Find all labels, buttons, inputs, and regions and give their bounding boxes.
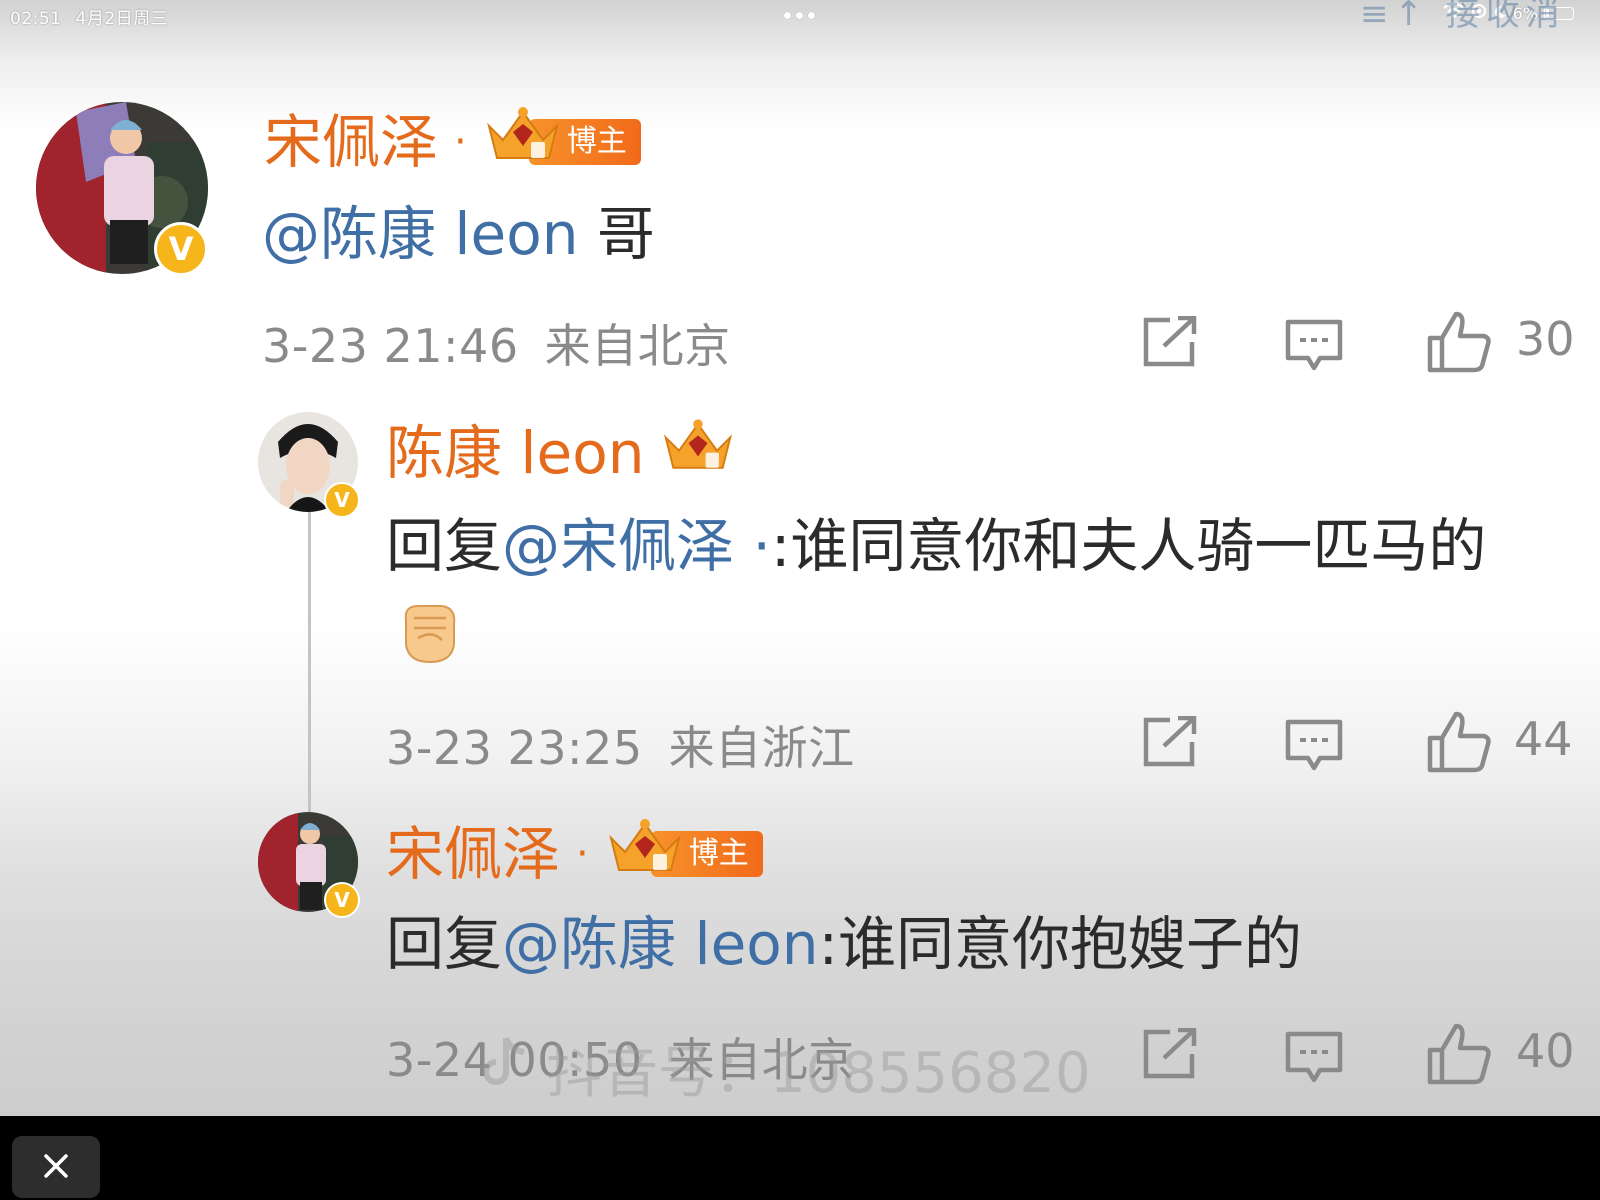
- close-icon: [43, 1147, 69, 1188]
- reply-comment-icon[interactable]: [1284, 1030, 1344, 1090]
- watermark-text: 抖音号：108556820: [546, 1041, 1091, 1106]
- status-time: 02:51: [10, 9, 62, 29]
- share-icon[interactable]: [1140, 1027, 1200, 1086]
- verified-badge-icon: V: [324, 882, 360, 918]
- crown-rank-icon: [483, 104, 563, 179]
- like-thumb-icon[interactable]: [1426, 310, 1492, 378]
- comment-screen: 02:51 4月2日周三 6% ≡↑ 接收消 V 宋佩泽 · 博主 @陈康 le…: [0, 0, 1600, 1116]
- comment-location: 来自浙江: [668, 721, 855, 775]
- douyin-logo-icon: [480, 1034, 530, 1104]
- reply-comment-icon[interactable]: [1284, 718, 1344, 778]
- like-thumb-icon[interactable]: [1426, 1022, 1492, 1090]
- verified-badge-icon: V: [324, 482, 360, 518]
- reply-prefix: 回复: [386, 910, 503, 978]
- status-bar: 02:51 4月2日周三: [10, 4, 168, 29]
- comment-datetime: 3-23 21:46: [262, 319, 519, 373]
- commenter-name[interactable]: 宋佩泽: [386, 819, 560, 889]
- fist-emoji-icon: [398, 600, 460, 666]
- douyin-watermark: 抖音号：108556820: [480, 1028, 1091, 1109]
- thread-connector-line: [308, 508, 311, 812]
- share-icon[interactable]: [1140, 715, 1200, 774]
- verified-badge-icon: V: [154, 222, 208, 276]
- comment-body: :谁同意你和夫人骑一匹马的: [770, 512, 1487, 580]
- name-suffix: ·: [576, 830, 589, 877]
- comment-location: 来自北京: [544, 319, 731, 373]
- comment-text: 回复@宋佩泽 ·:谁同意你和夫人骑一匹马的: [386, 510, 1486, 582]
- comment-datetime: 3-23 23:25: [386, 721, 643, 775]
- comment-meta: 3-23 21:46 来自北京: [262, 310, 731, 376]
- comment-body: 哥: [578, 200, 655, 268]
- crown-rank-icon: [660, 416, 736, 489]
- like-count: 30: [1516, 312, 1575, 366]
- mention-link[interactable]: @陈康 leon: [502, 910, 818, 978]
- like-count: 40: [1516, 1024, 1575, 1078]
- status-date: 4月2日周三: [75, 9, 169, 29]
- commenter-name[interactable]: 宋佩泽: [264, 107, 438, 177]
- commenter-name-row: 陈康 leon: [386, 416, 736, 489]
- commenter-name[interactable]: 陈康 leon: [386, 418, 644, 488]
- comment-body: :谁同意你抱嫂子的: [818, 910, 1303, 978]
- share-icon[interactable]: [1140, 315, 1200, 374]
- multitask-dots[interactable]: [784, 12, 815, 19]
- reply-prefix: 回复: [386, 512, 503, 580]
- name-suffix: ·: [454, 118, 467, 165]
- ghost-header-text: ≡↑ 接收消: [1360, 0, 1566, 34]
- bottom-bar: [0, 1116, 1600, 1200]
- like-thumb-icon[interactable]: [1426, 710, 1492, 778]
- reply-comment-icon[interactable]: [1284, 318, 1344, 378]
- mention-link[interactable]: @宋佩泽 ·: [502, 512, 771, 580]
- like-count: 44: [1514, 712, 1573, 766]
- crown-rank-icon: [605, 816, 685, 891]
- comment-text: 回复@陈康 leon:谁同意你抱嫂子的: [386, 908, 1302, 980]
- mention-link[interactable]: @陈康 leon: [262, 200, 578, 268]
- comment-text: @陈康 leon 哥: [262, 198, 655, 270]
- comment-meta: 3-23 23:25 来自浙江: [386, 712, 855, 778]
- commenter-name-row: 宋佩泽 · 博主: [264, 104, 641, 179]
- commenter-name-row: 宋佩泽 · 博主: [386, 816, 763, 891]
- close-button[interactable]: [12, 1136, 100, 1198]
